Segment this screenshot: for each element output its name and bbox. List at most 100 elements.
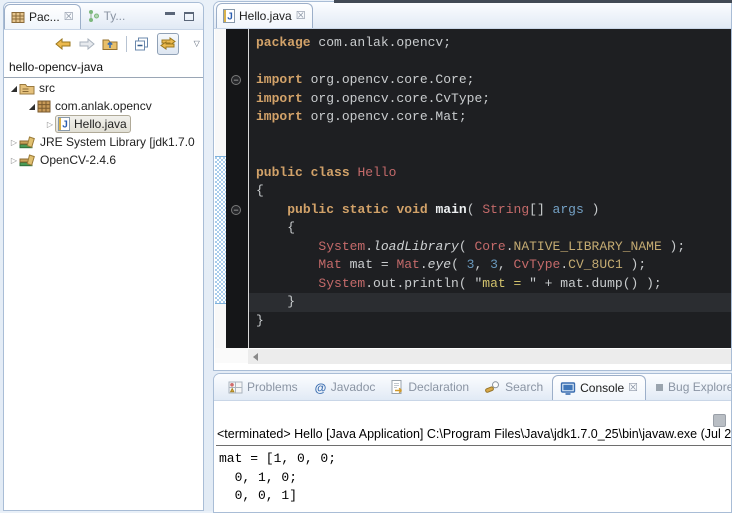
console-tab-bug-explorer[interactable]: Bug Explorer (648, 375, 732, 400)
console-tab-search[interactable]: Search (478, 375, 550, 400)
code-line: { (256, 219, 731, 238)
forward-arrow-icon[interactable] (79, 34, 96, 54)
code-line: System.loadLibrary( Core.NATIVE_LIBRARY_… (256, 238, 731, 257)
editor-range-column (215, 29, 226, 348)
close-icon[interactable]: ☒ (64, 12, 74, 23)
view-tab-label: Pac... (29, 10, 60, 24)
editor-tab-hello-java[interactable]: J Hello.java ☒ (216, 3, 313, 28)
console-tab-javadoc[interactable]: @ Javadoc (307, 375, 383, 400)
editor-area: J Hello.java ☒ −− package com.anlak.open… (213, 1, 732, 371)
search-icon (485, 380, 501, 394)
package-explorer-view: Pac...☒Ty... ▽ hello-opencv-java ◢src◢co… (3, 2, 204, 511)
tree-collapsed-arrow-icon[interactable]: ▷ (9, 156, 19, 165)
maximize-icon[interactable] (184, 12, 194, 21)
tree-expanded-arrow-icon[interactable]: ◢ (9, 84, 19, 93)
code-line: System.out.println( "mat = " + mat.dump(… (256, 275, 731, 294)
bug-icon (655, 383, 664, 392)
problems-icon (228, 381, 243, 394)
view-tab-label: Ty... (104, 9, 126, 23)
tree-item-com[interactable]: ◢ com.anlak.opencv (4, 97, 203, 115)
declaration-icon (391, 380, 404, 394)
window-top-edge (334, 0, 732, 3)
tree-item-label: OpenCV-2.4.6 (40, 153, 116, 167)
java-file-icon: J (223, 9, 235, 23)
code-line (256, 145, 731, 164)
tree-item-label: Hello.java (74, 117, 127, 131)
fold-collapse-icon[interactable]: − (231, 75, 241, 85)
editor-fold-gutter: −− (226, 29, 248, 348)
link-with-editor-icon[interactable] (157, 33, 179, 55)
back-arrow-icon[interactable] (55, 34, 72, 54)
package-explorer-icon (11, 11, 25, 24)
source-folder-icon (19, 82, 35, 95)
console-tab-declaration[interactable]: Declaration (384, 375, 476, 400)
package-explorer-tabbar: Pac... ☒ Ty... (4, 3, 203, 30)
code-line (256, 53, 731, 72)
code-line: Mat mat = Mat.eye( 3, 3, CvType.CV_8UC1 … (256, 256, 731, 275)
collapse-all-icon[interactable] (134, 34, 151, 54)
console-icon (560, 382, 576, 395)
view-tab-ty[interactable]: Ty... (81, 4, 132, 29)
close-icon[interactable]: ☒ (628, 383, 638, 394)
code-line: package com.anlak.opencv; (256, 34, 731, 53)
console-output-line: 0, 1, 0; (219, 469, 731, 488)
view-tab-pac[interactable]: Pac... ☒ (4, 4, 81, 29)
tree-collapsed-arrow-icon[interactable]: ▷ (45, 120, 55, 129)
console-tab-problems[interactable]: Problems (221, 375, 305, 400)
code-line: import org.opencv.core.Core; (256, 71, 731, 90)
console-tab-label: Problems (247, 380, 298, 394)
view-menu-icon[interactable]: ▽ (186, 34, 203, 54)
console-tabbar: Problems @ Javadoc Declaration Search Console… (214, 374, 731, 401)
console-tab-label: Search (505, 380, 543, 394)
tree-item-label: com.anlak.opencv (55, 99, 152, 113)
console-output-line: 0, 0, 1] (219, 487, 731, 506)
code-text[interactable]: package com.anlak.opencv; import org.ope… (249, 29, 731, 348)
tree-item-label: src (39, 81, 55, 95)
tree-item-hello[interactable]: ▷ J Hello.java (4, 115, 203, 133)
editor-tab-label: Hello.java (239, 9, 292, 23)
tree-item-opencv-2[interactable]: ▷ OpenCV-2.4.6 (4, 151, 203, 169)
code-line: import org.opencv.core.Mat; (256, 108, 731, 127)
code-line: { (256, 182, 731, 201)
code-editor[interactable]: −− package com.anlak.opencv; import org.… (215, 29, 731, 348)
javadoc-icon: @ (314, 381, 327, 394)
tree-item-jre[interactable]: ▷JRE System Library [jdk1.7.0 (4, 133, 203, 151)
minimize-icon[interactable] (165, 12, 175, 15)
console-status-line: <terminated> Hello [Java Application] C:… (216, 427, 731, 446)
console-tab-label: Declaration (408, 380, 469, 394)
package-explorer-tree: hello-opencv-java ◢src◢com.anlak.opencv▷… (4, 57, 203, 169)
code-line: public class Hello (256, 164, 731, 183)
console-tab-label: Javadoc (331, 380, 376, 394)
scroll-left-arrow-icon[interactable] (253, 353, 258, 361)
console-view: Problems @ Javadoc Declaration Search Console… (213, 373, 732, 513)
code-line: } (256, 312, 731, 331)
toolbar-separator (126, 36, 127, 52)
tree-collapsed-arrow-icon[interactable]: ▷ (9, 138, 19, 147)
close-icon[interactable]: ☒ (296, 11, 306, 22)
library-icon (19, 154, 36, 167)
tree-selection: J Hello.java (55, 115, 131, 133)
code-line: public static void main( String[] args ) (256, 201, 731, 220)
svg-text:J: J (62, 120, 68, 131)
code-line: import org.opencv.core.CvType; (256, 90, 731, 109)
svg-text:J: J (227, 12, 233, 23)
console-tab-label: Console (580, 381, 624, 395)
project-root-label[interactable]: hello-opencv-java (4, 59, 203, 76)
console-output: mat = [1, 0, 0; 0, 1, 0; 0, 0, 1] (214, 446, 731, 506)
package-icon (37, 100, 51, 113)
horizontal-scrollbar[interactable] (248, 348, 731, 364)
console-output-line: mat = [1, 0, 0; (219, 450, 731, 469)
tree-separator (4, 77, 203, 78)
svg-text:@: @ (314, 381, 326, 394)
fold-collapse-icon[interactable]: − (231, 205, 241, 215)
type-hierarchy-icon (87, 9, 100, 23)
console-toolbar-button[interactable] (713, 414, 726, 427)
tree-expanded-arrow-icon[interactable]: ◢ (27, 102, 37, 111)
go-into-icon[interactable] (102, 34, 119, 54)
console-tab-console[interactable]: Console ☒ (552, 375, 646, 400)
tree-item-src[interactable]: ◢ src (4, 79, 203, 97)
library-icon (19, 136, 36, 149)
range-indicator (215, 156, 226, 304)
console-tab-label: Bug Explorer (668, 380, 732, 394)
editor-tabbar: J Hello.java ☒ (214, 2, 731, 29)
